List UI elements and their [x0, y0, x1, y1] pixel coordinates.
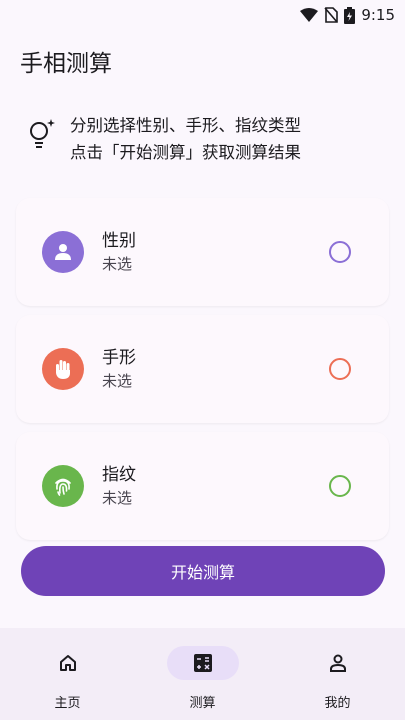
- card-hand-shape[interactable]: 手形 未选: [16, 315, 389, 423]
- person-icon: [42, 231, 84, 273]
- fingerprint-radio[interactable]: [329, 475, 351, 497]
- page-title: 手相测算: [20, 51, 112, 77]
- nav-item-profile[interactable]: 我的: [283, 646, 393, 711]
- card-gender-status: 未选: [102, 255, 133, 273]
- card-hand-title: 手形: [102, 348, 136, 368]
- hand-icon: [42, 348, 84, 390]
- hand-radio[interactable]: [329, 358, 351, 380]
- wifi-icon: [300, 8, 319, 22]
- nav-item-home[interactable]: 主页: [13, 646, 123, 711]
- gender-radio[interactable]: [329, 241, 351, 263]
- card-fingerprint[interactable]: 指纹 未选: [16, 432, 389, 540]
- hint-line-1: 分别选择性别、手形、指纹类型: [70, 116, 301, 135]
- hint-section: 分别选择性别、手形、指纹类型 点击「开始测算」获取测算结果: [28, 112, 388, 166]
- home-icon: [32, 646, 104, 680]
- status-time: 9:15: [361, 6, 395, 24]
- card-fingerprint-status: 未选: [102, 489, 133, 507]
- no-sim-icon: [324, 7, 339, 23]
- status-bar: 9:15: [0, 0, 405, 30]
- calculator-icon: [166, 646, 239, 680]
- card-gender-title: 性别: [102, 231, 136, 251]
- card-gender[interactable]: 性别 未选: [16, 198, 389, 306]
- nav-item-calculate[interactable]: 测算: [148, 646, 258, 711]
- battery-charging-icon: [344, 6, 356, 24]
- nav-label-profile: 我的: [324, 696, 351, 711]
- nav-label-home: 主页: [54, 696, 81, 711]
- card-hand-status: 未选: [102, 372, 133, 390]
- fingerprint-icon: [42, 465, 84, 507]
- lightbulb-icon: [28, 116, 56, 152]
- person-outline-icon: [302, 646, 374, 680]
- nav-label-calculate: 测算: [189, 696, 216, 711]
- hint-line-2: 点击「开始测算」获取测算结果: [70, 143, 301, 162]
- start-calculation-button[interactable]: 开始测算: [21, 546, 385, 596]
- card-fingerprint-title: 指纹: [102, 465, 136, 485]
- bottom-navigation: 主页 测算 我的: [0, 628, 405, 720]
